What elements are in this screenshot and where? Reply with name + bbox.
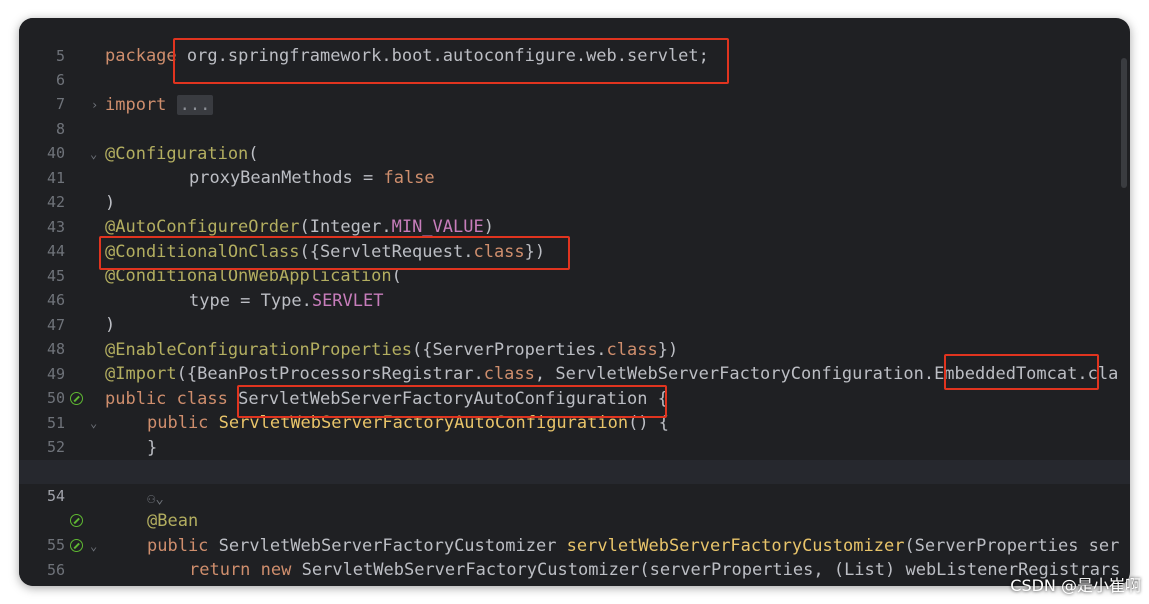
package-name: org.springframework.boot.autoconfigure.w… xyxy=(186,46,709,66)
constant: SERVLET xyxy=(311,291,384,311)
spring-bean-icon[interactable] xyxy=(70,539,83,552)
brace: { xyxy=(647,389,668,409)
code-line[interactable]: 52 ⌄ public ServletWebServerFactoryAutoC… xyxy=(19,411,1130,456)
annotation: @ConditionalOnWebApplication xyxy=(105,266,392,286)
code-line[interactable]: 7 xyxy=(19,68,1130,113)
chevron-down-icon[interactable]: ⌄ xyxy=(90,142,97,166)
method-name: servletWebServerFactoryCustomizer xyxy=(566,536,905,556)
args: }) xyxy=(524,242,546,262)
current-line[interactable]: 54 xyxy=(19,460,1130,505)
code-line[interactable]: 43 ) xyxy=(19,191,1130,236)
args: ({BeanPostProcessorsRegistrar. xyxy=(176,364,484,384)
false-keyword: false xyxy=(383,168,435,188)
package-keyword: package xyxy=(105,46,177,66)
constant: MIN_VALUE xyxy=(391,217,484,237)
code-line[interactable]: 8 › import ... xyxy=(19,93,1130,138)
vertical-scrollbar[interactable] xyxy=(1121,58,1127,188)
public-keyword: public xyxy=(105,389,167,409)
brace: } xyxy=(147,438,158,458)
chevron-down-icon[interactable]: ⌄ xyxy=(90,534,97,558)
spring-bean-icon[interactable] xyxy=(70,392,83,405)
args: }) xyxy=(657,340,679,360)
class-keyword: class xyxy=(606,340,658,360)
watermark: CSDN @是小崔啊 xyxy=(1010,576,1141,595)
args: (ServerProperties ser xyxy=(904,536,1120,556)
expression: ServletWebServerFactoryCustomizer(server… xyxy=(291,560,1121,580)
chevron-down-icon[interactable]: ⌄ xyxy=(90,411,97,435)
code-line[interactable]: 42 proxyBeanMethods = false xyxy=(19,166,1130,211)
public-keyword: public xyxy=(147,413,209,433)
code-line[interactable]: 46 @ConditionalOnWebApplication( xyxy=(19,264,1130,309)
code-line[interactable]: 49 @EnableConfigurationProperties({Serve… xyxy=(19,338,1130,383)
return-keyword: return xyxy=(189,560,251,580)
inlay-hint-line: ⚇⌄ xyxy=(19,485,1130,509)
return-type: ServletWebServerFactoryCustomizer xyxy=(218,536,567,556)
spring-bean-icon[interactable] xyxy=(70,514,83,527)
annotation: @Bean xyxy=(147,511,199,531)
code-line[interactable]: 55 @Bean xyxy=(19,509,1130,554)
class-keyword: class xyxy=(483,364,535,384)
new-keyword: new xyxy=(260,560,292,580)
annotation: @ConditionalOnClass xyxy=(105,242,300,262)
paren: ) xyxy=(105,315,116,335)
args: (Integer. xyxy=(299,217,392,237)
class-keyword: class xyxy=(473,242,525,262)
code-line[interactable]: 56 ⌄ public ServletWebServerFactoryCusto… xyxy=(19,534,1130,579)
paren: ) xyxy=(105,193,116,213)
paren: ( xyxy=(248,144,259,164)
code-line[interactable]: 45 @ConditionalOnClass({ServletRequest.c… xyxy=(19,240,1130,285)
constructor-name: ServletWebServerFactoryAutoConfiguration xyxy=(218,413,629,433)
annotation: @EnableConfigurationProperties xyxy=(105,340,413,360)
code-line[interactable]: 51 public class ServletWebServerFactoryA… xyxy=(19,387,1130,432)
paren: ) xyxy=(483,217,494,237)
args: .cla xyxy=(1077,364,1119,384)
param: proxyBeanMethods = xyxy=(189,168,384,188)
code-line[interactable]: 44 @AutoConfigureOrder(Integer.MIN_VALUE… xyxy=(19,215,1130,260)
import-fold[interactable]: ... xyxy=(176,95,214,115)
args: ({ServletRequest. xyxy=(299,242,474,262)
embedded-tomcat: EmbeddedTomcat xyxy=(934,364,1078,384)
paren: ( xyxy=(391,266,402,286)
parens: () { xyxy=(628,413,670,433)
code-line[interactable]: 53 } xyxy=(19,436,1130,481)
code-line[interactable]: 58 xyxy=(19,583,1130,586)
import-keyword: import xyxy=(105,95,167,115)
chevron-right-icon[interactable]: › xyxy=(91,93,98,117)
code-line[interactable]: 41 ⌄ @Configuration( xyxy=(19,142,1130,187)
code-line[interactable]: 50 @Import({BeanPostProcessorsRegistrar.… xyxy=(19,362,1130,407)
code-editor[interactable]: 5 6 package org.springframework.boot.aut… xyxy=(19,18,1130,586)
code-line[interactable]: 40 xyxy=(19,117,1130,162)
code-line[interactable]: 47 type = Type.SERVLET xyxy=(19,289,1130,334)
annotation: @Configuration xyxy=(105,144,249,164)
code-line[interactable]: 5 xyxy=(19,20,1130,65)
code-line[interactable]: 6 package org.springframework.boot.autoc… xyxy=(19,44,1130,89)
class-name: ServletWebServerFactoryAutoConfiguration xyxy=(238,389,648,409)
annotation: @Import xyxy=(105,364,177,384)
class-keyword: class xyxy=(176,389,228,409)
code-line[interactable]: 48 ) xyxy=(19,313,1130,358)
public-keyword: public xyxy=(147,536,209,556)
annotation: @AutoConfigureOrder xyxy=(105,217,300,237)
param: type = Type. xyxy=(189,291,312,311)
args: , ServletWebServerFactoryConfiguration. xyxy=(534,364,935,384)
usage-hint-icon[interactable]: ⚇⌄ xyxy=(147,487,164,511)
args: ({ServerProperties. xyxy=(412,340,607,360)
code-line[interactable]: 57 return new ServletWebServerFactoryCus… xyxy=(19,558,1130,586)
